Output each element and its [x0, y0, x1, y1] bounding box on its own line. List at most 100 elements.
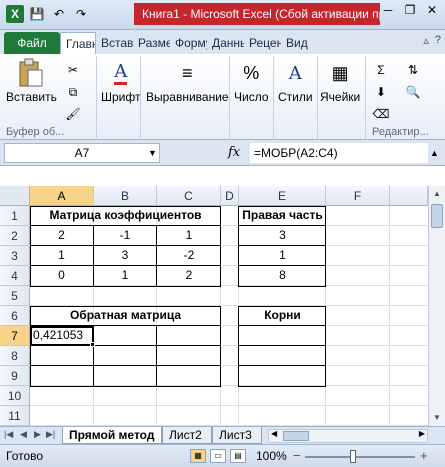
- fill-icon[interactable]: ⬇: [370, 82, 392, 102]
- page-break-view-icon[interactable]: ▤: [230, 449, 246, 463]
- undo-icon[interactable]: ↶: [50, 5, 68, 23]
- sheet-tab-3[interactable]: Лист3: [212, 427, 262, 444]
- scroll-left-icon[interactable]: ◀: [271, 429, 277, 438]
- cell-c2[interactable]: 1: [157, 226, 221, 246]
- row-header-7[interactable]: 7: [0, 326, 30, 346]
- font-button[interactable]: A Шрифт: [101, 58, 140, 104]
- row-header-9[interactable]: 9: [0, 366, 30, 386]
- scroll-down-icon[interactable]: ▼: [429, 410, 445, 426]
- excel-app-icon[interactable]: X: [6, 5, 24, 23]
- cell-a4[interactable]: 0: [30, 266, 94, 286]
- tab-review[interactable]: Рецензирование: [244, 32, 281, 54]
- sheet-tab-1[interactable]: Прямой метод: [62, 427, 162, 444]
- tab-data[interactable]: Данные: [207, 32, 244, 54]
- column-header-g[interactable]: [390, 186, 428, 206]
- zoom-in-icon[interactable]: +: [420, 448, 428, 463]
- zoom-level[interactable]: 100%: [256, 449, 287, 463]
- help-icon[interactable]: ?: [435, 34, 441, 47]
- cut-icon[interactable]: ✂: [62, 60, 84, 80]
- cell-b3[interactable]: 3: [94, 246, 157, 266]
- select-all-button[interactable]: [0, 186, 30, 206]
- matrix-title-cell[interactable]: Матрица коэффициентов: [30, 206, 221, 226]
- row-header-4[interactable]: 4: [0, 266, 30, 286]
- restore-button[interactable]: ❐: [399, 0, 421, 20]
- cells-icon: ▦: [331, 62, 349, 83]
- cell-e2[interactable]: 3: [239, 226, 326, 246]
- row-header-1[interactable]: 1: [0, 206, 30, 226]
- tab-insert[interactable]: Вставка: [96, 32, 133, 54]
- name-box[interactable]: A7: [4, 143, 160, 163]
- prev-sheet-icon[interactable]: ◀: [20, 429, 27, 440]
- find-select-icon[interactable]: 🔍: [402, 82, 424, 102]
- name-box-dropdown-icon[interactable]: ▼: [148, 143, 157, 163]
- normal-view-icon[interactable]: ▦: [190, 449, 206, 463]
- clear-icon[interactable]: ⌫: [370, 104, 392, 124]
- horizontal-scroll-thumb[interactable]: [283, 431, 309, 441]
- sort-filter-icon[interactable]: ⇅: [402, 60, 424, 80]
- cell-e4[interactable]: 8: [239, 266, 326, 286]
- font-icon: A: [106, 58, 136, 88]
- last-sheet-icon[interactable]: ▶|: [46, 429, 55, 440]
- cell-a2[interactable]: 2: [30, 226, 94, 246]
- save-icon[interactable]: 💾: [28, 5, 46, 23]
- editing-group: Σ ⬇ ⌫ ⇅ 🔍 Редактир...: [366, 56, 445, 140]
- tab-view[interactable]: Вид: [281, 32, 313, 54]
- roots-title-cell[interactable]: Корни: [239, 306, 326, 326]
- fill-handle[interactable]: [90, 342, 95, 347]
- close-button[interactable]: ✕: [421, 0, 443, 20]
- column-header-c[interactable]: C: [157, 186, 221, 206]
- column-header-b[interactable]: B: [94, 186, 157, 206]
- number-button[interactable]: % Число: [234, 58, 269, 105]
- tab-formulas[interactable]: Формулы: [170, 32, 207, 54]
- right-side-title-cell[interactable]: Правая часть: [239, 206, 326, 226]
- horizontal-scrollbar[interactable]: ◀ ▶: [268, 429, 428, 443]
- tab-home[interactable]: Главная: [60, 32, 96, 54]
- next-sheet-icon[interactable]: ▶: [34, 429, 41, 440]
- scroll-right-icon[interactable]: ▶: [419, 429, 425, 438]
- zoom-slider[interactable]: [305, 456, 415, 458]
- cell-c4[interactable]: 2: [157, 266, 221, 286]
- expand-formula-bar-icon[interactable]: ▲: [430, 143, 439, 163]
- zoom-slider-thumb[interactable]: [350, 450, 356, 463]
- sheet-tab-2[interactable]: Лист2: [162, 427, 212, 444]
- vertical-scroll-thumb[interactable]: [431, 204, 443, 228]
- cell-a7-selected[interactable]: 0,421053: [30, 326, 94, 346]
- zoom-out-icon[interactable]: −: [293, 448, 301, 463]
- row-header-8[interactable]: 8: [0, 346, 30, 366]
- inverse-divider-4: [30, 365, 221, 366]
- vertical-scrollbar[interactable]: ▲ ▼: [428, 186, 445, 426]
- row-header-3[interactable]: 3: [0, 246, 30, 266]
- cell-c3[interactable]: -2: [157, 246, 221, 266]
- minimize-ribbon-icon[interactable]: ▵: [423, 34, 429, 47]
- copy-icon[interactable]: ⧉: [62, 82, 84, 102]
- column-header-d[interactable]: D: [221, 186, 239, 206]
- column-header-a[interactable]: A: [30, 186, 94, 206]
- formula-input[interactable]: =МОБР(A2:C4): [250, 143, 428, 163]
- column-header-e[interactable]: E: [239, 186, 326, 206]
- tab-file[interactable]: Файл: [4, 32, 60, 54]
- cells-button[interactable]: ▦ Ячейки: [320, 58, 360, 105]
- page-layout-view-icon[interactable]: ▭: [210, 449, 226, 463]
- alignment-button[interactable]: ≡ Выравнивание: [146, 58, 229, 105]
- row-header-2[interactable]: 2: [0, 226, 30, 246]
- scroll-up-icon[interactable]: ▲: [429, 186, 445, 202]
- column-header-f[interactable]: F: [326, 186, 390, 206]
- autosum-icon[interactable]: Σ: [370, 60, 392, 80]
- paste-button[interactable]: Вставить: [6, 58, 57, 104]
- redo-icon[interactable]: ↷: [72, 5, 90, 23]
- cell-e3[interactable]: 1: [239, 246, 326, 266]
- row-header-5[interactable]: 5: [0, 286, 30, 306]
- cell-b4[interactable]: 1: [94, 266, 157, 286]
- styles-button[interactable]: A Стили: [278, 58, 313, 105]
- tab-page-layout[interactable]: Разметка: [133, 32, 170, 54]
- row-header-11[interactable]: 11: [0, 406, 30, 426]
- first-sheet-icon[interactable]: |◀: [4, 429, 13, 440]
- minimize-button[interactable]: ─: [377, 0, 399, 20]
- cell-a3[interactable]: 1: [30, 246, 94, 266]
- inverse-matrix-title-cell[interactable]: Обратная матрица: [30, 306, 221, 326]
- cell-b2[interactable]: -1: [94, 226, 157, 246]
- insert-function-icon[interactable]: fx: [228, 143, 240, 163]
- row-header-6[interactable]: 6: [0, 306, 30, 326]
- row-header-10[interactable]: 10: [0, 386, 30, 406]
- format-painter-icon[interactable]: 🖌: [62, 104, 84, 124]
